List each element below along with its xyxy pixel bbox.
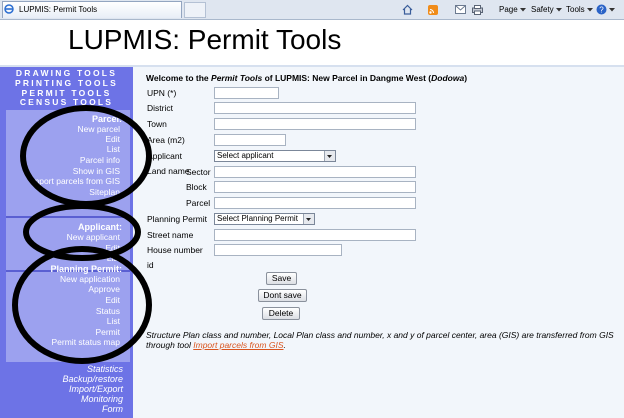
list-permit-link[interactable]: List <box>107 316 120 326</box>
applicant-select-value: Select applicant <box>217 151 274 160</box>
home-icon <box>402 4 413 15</box>
block-input[interactable] <box>214 181 416 193</box>
parcel-input[interactable] <box>214 197 416 209</box>
backup-restore-link[interactable]: Backup/restore <box>62 374 123 384</box>
chevron-down-icon <box>586 7 593 11</box>
planning-permit-select[interactable]: Select Planning Permit <box>214 213 315 225</box>
block-label: Block <box>186 182 207 192</box>
safety-menu-label: Safety <box>531 5 554 14</box>
applicant-section-title: Applicant: <box>78 222 122 232</box>
sidebar: DRAWING TOOLS PRINTING TOOLS PERMIT TOOL… <box>0 67 133 418</box>
monitoring-link[interactable]: Monitoring <box>81 394 123 404</box>
save-button[interactable]: Save <box>266 272 297 285</box>
gis-transfer-note: Structure Plan class and number, Local P… <box>146 330 616 350</box>
page-title: LUPMIS: Permit Tools <box>68 24 342 55</box>
planning-permit-label: Planning Permit <box>147 214 208 224</box>
parcel-info-link[interactable]: Parcel info <box>80 155 120 165</box>
upn-input[interactable] <box>214 87 279 99</box>
welcome-place: Dodowa <box>431 73 465 83</box>
home-button[interactable] <box>402 2 413 17</box>
census-tools-link[interactable]: CENSUS TOOLS <box>0 97 133 107</box>
rss-icon <box>428 4 438 15</box>
district-input[interactable] <box>214 102 416 114</box>
planning-permit-section: Planning Permit: New application Approve… <box>6 264 130 362</box>
help-icon: ? <box>596 4 607 15</box>
edit-applicant-link[interactable]: Edit <box>105 243 120 253</box>
street-name-label: Street name <box>147 230 194 240</box>
safety-menu[interactable]: Safety <box>531 2 562 17</box>
import-export-link[interactable]: Import/Export <box>69 384 123 394</box>
area-input[interactable] <box>214 134 286 146</box>
form-link[interactable]: Form <box>102 404 123 414</box>
planning-permit-section-title: Planning Permit: <box>50 264 122 274</box>
edit-permit-link[interactable]: Edit <box>105 295 120 305</box>
tab-title: LUPMIS: Permit Tools <box>19 5 98 14</box>
ie-page-icon <box>4 4 14 14</box>
planning-permit-select-value: Select Planning Permit <box>217 214 298 223</box>
permit-status-map-link[interactable]: Permit status map <box>52 337 121 347</box>
house-number-input[interactable] <box>214 244 342 256</box>
new-tab-button[interactable] <box>184 2 206 18</box>
land-name-label: Land name <box>147 166 190 176</box>
approve-link[interactable]: Approve <box>88 284 120 294</box>
page-menu[interactable]: Page <box>499 2 526 17</box>
mail-icon <box>455 5 466 14</box>
print-button[interactable] <box>472 2 483 17</box>
town-input[interactable] <box>214 118 416 130</box>
tools-menu-label: Tools <box>566 5 585 14</box>
gis-transfer-note-end: . <box>283 340 286 350</box>
house-number-label: House number <box>147 245 203 255</box>
sector-label: Sector <box>186 167 211 177</box>
parcel-section-title: Parcel: <box>91 114 122 124</box>
status-link[interactable]: Status <box>96 306 120 316</box>
tools-menu[interactable]: Tools <box>566 2 593 17</box>
edit-parcel-link[interactable]: Edit <box>105 134 120 144</box>
chevron-down-icon <box>324 151 335 161</box>
new-applicant-link[interactable]: New applicant <box>67 232 120 242</box>
drawing-tools-link[interactable]: DRAWING TOOLS <box>0 68 133 78</box>
applicant-select[interactable]: Select applicant <box>214 150 336 162</box>
area-label: Area (m2) <box>147 135 185 145</box>
welcome-tool-name: Permit Tools <box>211 73 263 83</box>
list-parcel-link[interactable]: List <box>107 144 120 154</box>
permit-link[interactable]: Permit <box>95 327 120 337</box>
chevron-down-icon <box>555 7 562 11</box>
show-in-gis-link[interactable]: Show in GIS <box>73 166 120 176</box>
welcome-middle: of LUPMIS: New Parcel in Dangme West ( <box>262 73 432 83</box>
list-applicant-link[interactable]: List <box>107 253 120 263</box>
help-button[interactable]: ? <box>596 2 615 17</box>
welcome-suffix: ) <box>464 73 468 83</box>
new-parcel-link[interactable]: New parcel <box>77 124 120 134</box>
printing-tools-link[interactable]: PRINTING TOOLS <box>0 78 133 88</box>
svg-text:?: ? <box>599 6 604 15</box>
street-name-input[interactable] <box>214 229 416 241</box>
id-label: id <box>147 260 154 270</box>
parcel-label: Parcel <box>186 198 211 208</box>
mail-button[interactable] <box>455 2 466 17</box>
new-application-link[interactable]: New application <box>60 274 120 284</box>
page-menu-label: Page <box>499 5 518 14</box>
upn-label: UPN (*) <box>147 88 177 98</box>
import-parcels-from-gis-link[interactable]: Import parcels from GIS <box>193 340 283 350</box>
delete-button[interactable]: Delete <box>262 307 300 320</box>
applicant-label: Applicant <box>147 151 182 161</box>
applicant-section: Applicant: New applicant Edit List <box>6 218 130 270</box>
parcel-section: Parcel: New parcel Edit List Parcel info… <box>6 110 130 216</box>
chevron-down-icon <box>303 214 314 224</box>
welcome-text: Welcome to the Permit Tools of LUPMIS: N… <box>146 73 467 83</box>
chevron-down-icon <box>519 7 526 11</box>
browser-tab[interactable]: LUPMIS: Permit Tools <box>2 1 182 18</box>
sector-input[interactable] <box>214 166 416 178</box>
statistics-link[interactable]: Statistics <box>87 364 123 374</box>
siteplan-link[interactable]: Siteplan <box>89 187 120 197</box>
district-label: District <box>147 103 173 113</box>
feeds-button[interactable] <box>428 2 438 17</box>
printer-icon <box>472 4 483 15</box>
town-label: Town <box>147 119 167 129</box>
welcome-prefix: Welcome to the <box>146 73 212 83</box>
import-parcels-link[interactable]: Import parcels from GIS <box>30 176 120 186</box>
chevron-down-icon <box>609 7 615 11</box>
dont-save-button[interactable]: Dont save <box>258 289 307 302</box>
